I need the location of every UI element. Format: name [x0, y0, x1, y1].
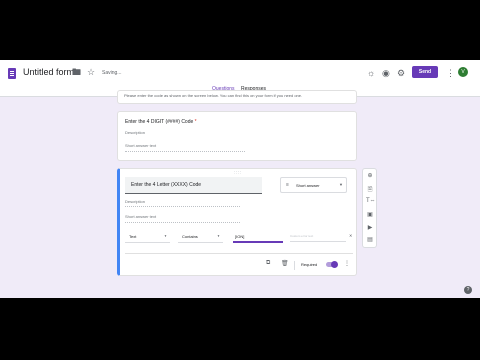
- form-title[interactable]: Untitled form: [23, 67, 74, 77]
- add-video-icon[interactable]: ▶: [366, 224, 374, 231]
- chevron-down-icon: ▼: [339, 182, 343, 187]
- avatar[interactable]: V: [458, 67, 468, 77]
- palette-icon[interactable]: ☼: [367, 67, 375, 79]
- validation-type-select[interactable]: Text ▼: [125, 231, 170, 243]
- more-icon[interactable]: ⋮: [446, 67, 455, 79]
- video-frame: Untitled form 🖿 ☆ Saving... ☼ ◉ ⚙ Send ⋮…: [0, 0, 480, 360]
- question-type-label: Short answer: [296, 183, 320, 188]
- star-icon[interactable]: ☆: [87, 66, 95, 78]
- form-header-card[interactable]: Please enter the code as shown on the sc…: [117, 90, 357, 104]
- question-title-input[interactable]: Enter the 4 Letter (XXXX) Code: [125, 177, 262, 194]
- required-asterisk: *: [194, 119, 197, 125]
- question-title-text: Enter the 4 Letter (XXXX) Code: [131, 182, 202, 188]
- validation-condition-select[interactable]: Contains ▼: [178, 231, 223, 243]
- short-answer-placeholder: Short answer text: [125, 214, 240, 223]
- question-title: Enter the 4 DIGIT (####) Code *: [125, 119, 197, 125]
- question-description: Description: [125, 130, 146, 135]
- send-button[interactable]: Send: [412, 66, 438, 78]
- add-image-icon[interactable]: ▣: [366, 211, 374, 218]
- short-answer-placeholder: Short answer text: [125, 143, 245, 152]
- required-label: Required: [301, 262, 318, 267]
- footer-divider: [125, 253, 353, 254]
- footer-separator: [294, 261, 295, 270]
- chevron-down-icon: ▼: [217, 234, 220, 238]
- form-icon: [8, 68, 16, 79]
- add-question-icon[interactable]: ⊕: [366, 172, 374, 179]
- help-icon[interactable]: ?: [464, 286, 472, 294]
- required-toggle[interactable]: [326, 261, 338, 268]
- more-options-icon[interactable]: ⋮: [344, 260, 350, 267]
- custom-error-input[interactable]: Custom error text: [290, 234, 346, 242]
- google-forms-editor: Untitled form 🖿 ☆ Saving... ☼ ◉ ⚙ Send ⋮…: [0, 60, 480, 298]
- drag-handle-icon[interactable]: ::::: [234, 170, 242, 176]
- preview-icon[interactable]: ◉: [382, 67, 390, 79]
- import-questions-icon[interactable]: 🗎: [366, 185, 374, 195]
- validation-type-value: Text: [129, 234, 137, 239]
- add-title-icon[interactable]: T⇔: [366, 198, 376, 204]
- description-input[interactable]: Description: [125, 199, 240, 207]
- saving-status: Saving...: [102, 70, 122, 76]
- floating-toolbar: ⊕ 🗎 T⇔ ▣ ▶ ▤: [362, 168, 377, 248]
- validation-text-value: [ION]: [235, 234, 245, 239]
- question-card-2-active[interactable]: :::: Enter the 4 Letter (XXXX) Code ≡ Sh…: [117, 168, 357, 276]
- settings-icon[interactable]: ⚙: [397, 67, 405, 79]
- short-answer-icon: ≡: [286, 182, 289, 188]
- form-description: Please enter the code as shown on the sc…: [124, 93, 303, 98]
- chevron-down-icon: ▼: [164, 234, 167, 238]
- close-icon[interactable]: ✕: [349, 233, 352, 238]
- folder-icon[interactable]: 🖿: [72, 66, 81, 78]
- question-type-dropdown[interactable]: ≡ Short answer ▼: [280, 177, 347, 193]
- question-card-1[interactable]: Enter the 4 DIGIT (####) Code * Descript…: [117, 111, 357, 161]
- validation-condition-value: Contains: [182, 234, 198, 239]
- question-title-text: Enter the 4 DIGIT (####) Code: [125, 119, 194, 125]
- add-section-icon[interactable]: ▤: [366, 236, 374, 243]
- trash-icon[interactable]: 🗑: [281, 260, 289, 267]
- validation-text-input[interactable]: [ION]: [233, 231, 283, 243]
- duplicate-icon[interactable]: ⧉: [266, 260, 270, 267]
- response-validation-row: Text ▼ Contains ▼ [ION] Custom error tex…: [125, 231, 353, 243]
